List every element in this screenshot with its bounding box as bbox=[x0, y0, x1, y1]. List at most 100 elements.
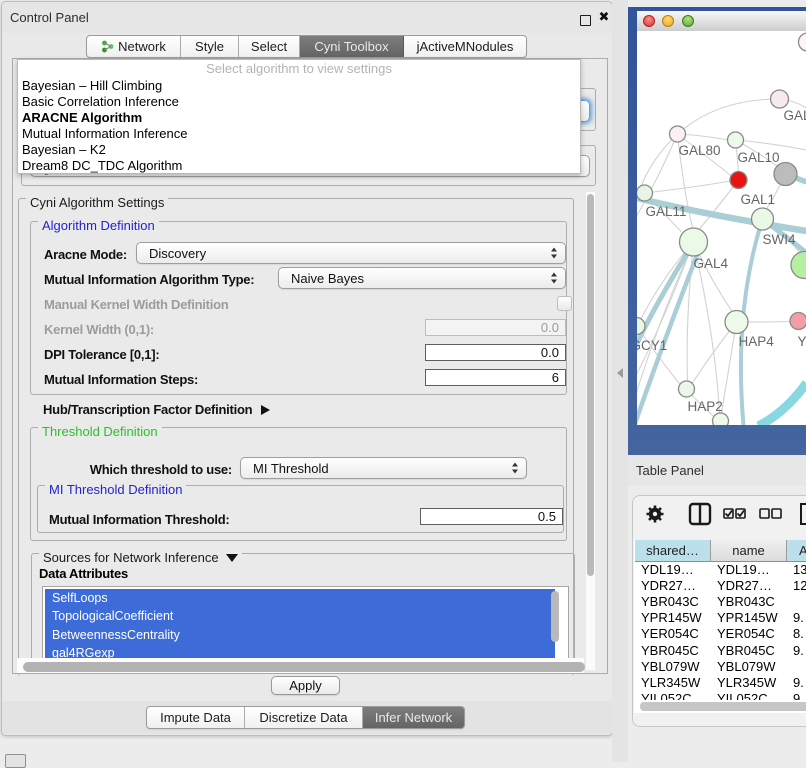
network-node-gal11[interactable] bbox=[637, 185, 653, 201]
attribute-item[interactable]: TopologicalCoefficient bbox=[45, 607, 555, 625]
network-edge[interactable] bbox=[644, 181, 730, 193]
network-node-gal4[interactable] bbox=[679, 228, 707, 256]
dropdown-item[interactable]: Mutual Information Inference bbox=[18, 126, 580, 142]
table-row[interactable]: YBL079WYBL079W bbox=[634, 659, 806, 675]
table-row[interactable]: YBR043CYBR043C bbox=[634, 594, 806, 610]
hub-definition-row[interactable]: Hub/Transcription Factor Definition bbox=[43, 402, 270, 417]
attribute-item[interactable]: SelfLoops bbox=[45, 589, 555, 607]
manual-kernel-checkbox[interactable] bbox=[557, 296, 572, 311]
tab-discretize-data[interactable]: Discretize Data bbox=[245, 707, 363, 728]
algorithm-definition-title: Algorithm Definition bbox=[38, 217, 159, 235]
table-cell: 8. bbox=[793, 626, 806, 642]
network-node[interactable] bbox=[791, 252, 806, 279]
deselect-all-icon[interactable] bbox=[760, 509, 781, 518]
network-edge[interactable] bbox=[677, 99, 779, 134]
table-hscrollbar-thumb[interactable] bbox=[640, 702, 806, 711]
network-node[interactable] bbox=[712, 413, 728, 425]
collapse-left-icon[interactable] bbox=[617, 368, 623, 378]
hub-definition-label: Hub/Transcription Factor Definition bbox=[43, 402, 252, 417]
network-edge[interactable] bbox=[758, 383, 806, 425]
network-node-hap4[interactable] bbox=[725, 311, 748, 334]
which-threshold-combobox[interactable]: MI Threshold bbox=[240, 457, 527, 479]
settings-vscrollbar-thumb[interactable] bbox=[587, 194, 594, 576]
split-pane-divider[interactable] bbox=[612, 0, 628, 762]
table-cell: YPR145W bbox=[641, 610, 710, 626]
tab-label: Network bbox=[118, 39, 166, 54]
network-node-hap2[interactable] bbox=[678, 381, 694, 397]
close-icon[interactable]: ✖ bbox=[596, 8, 612, 26]
table-row[interactable]: YLR345WYLR345W9. bbox=[634, 675, 806, 691]
dropdown-item[interactable]: ARACNE Algorithm bbox=[18, 110, 580, 126]
attribute-item[interactable]: gal4RGexp bbox=[45, 644, 555, 659]
table-cell: YBL079W bbox=[641, 659, 710, 675]
network-canvas[interactable]: GALGAL80GAL10GAL1GAL11SWI4GAL4GCY1HAP4YH… bbox=[637, 31, 806, 425]
settings-hscrollbar-thumb[interactable] bbox=[23, 662, 585, 672]
table-panel-header[interactable]: Table Panel bbox=[628, 455, 806, 486]
network-edge[interactable] bbox=[637, 242, 694, 390]
mi-threshold-field[interactable]: 0.5 bbox=[420, 508, 563, 525]
table-cell: YDR27… bbox=[641, 578, 710, 594]
expand-right-icon[interactable] bbox=[261, 405, 270, 415]
mi-type-combobox[interactable]: Naive Bayes bbox=[278, 267, 566, 289]
select-all-icon[interactable] bbox=[724, 509, 745, 518]
control-panel-titlebar[interactable]: Control Panel ✖ bbox=[2, 2, 612, 33]
tab-style[interactable]: Style bbox=[181, 36, 239, 57]
mac-minimize-icon[interactable] bbox=[662, 15, 674, 27]
table-row[interactable]: YBR045CYBR045C9. bbox=[634, 643, 806, 659]
table-hscrollbar-track[interactable] bbox=[634, 700, 806, 713]
column-header-A[interactable]: A bbox=[787, 540, 806, 562]
dropdown-item[interactable]: Bayesian – Hill Climbing bbox=[18, 78, 580, 94]
tab-network[interactable]: Network bbox=[87, 36, 181, 57]
collapse-down-icon[interactable] bbox=[226, 554, 238, 562]
dropdown-item[interactable]: Dream8 DC_TDC Algorithm bbox=[18, 158, 580, 174]
dropdown-item[interactable]: Basic Correlation Inference bbox=[18, 94, 580, 110]
network-node-gal[interactable] bbox=[770, 90, 788, 108]
column-header-name[interactable]: name bbox=[711, 540, 787, 562]
table-row[interactable]: YER054CYER054C8. bbox=[634, 626, 806, 642]
network-node[interactable] bbox=[798, 33, 806, 51]
network-icon bbox=[101, 40, 114, 53]
network-node-gal10[interactable] bbox=[727, 132, 743, 148]
settings-vscrollbar-track[interactable] bbox=[586, 192, 595, 670]
aracne-mode-combobox[interactable]: Discovery bbox=[136, 242, 566, 264]
settings-hscrollbar-track[interactable] bbox=[17, 658, 584, 673]
table-row[interactable]: YDL19…YDL19…13. bbox=[634, 562, 806, 578]
network-window-titlebar[interactable] bbox=[637, 11, 806, 33]
tab-infer-network[interactable]: Infer Network bbox=[363, 707, 464, 728]
mi-threshold-label: Mutual Information Threshold: bbox=[49, 512, 230, 527]
table-row[interactable]: YDR27…YDR27…12. bbox=[634, 578, 806, 594]
mi-type-value: Naive Bayes bbox=[291, 268, 364, 288]
split-columns-icon[interactable] bbox=[690, 504, 710, 524]
attribute-item[interactable]: BetweennessCentrality bbox=[45, 626, 555, 644]
network-edge[interactable] bbox=[721, 322, 736, 413]
attributes-vscrollbar-thumb[interactable] bbox=[551, 591, 559, 642]
column-header-shared[interactable]: shared… bbox=[635, 540, 711, 562]
minimized-window-icon[interactable] bbox=[5, 754, 26, 768]
mi-type-label: Mutual Information Algorithm Type: bbox=[44, 272, 254, 287]
tab-jactivemnodules[interactable]: jActiveMNodules bbox=[404, 36, 526, 57]
network-node-swi4[interactable] bbox=[751, 208, 773, 230]
mac-zoom-icon[interactable] bbox=[682, 15, 694, 27]
network-node-gal1[interactable] bbox=[730, 172, 747, 189]
control-panel-tabs: Network StyleSelectCyni ToolboxjActiveMNo… bbox=[86, 35, 527, 58]
table-row[interactable]: YPR145WYPR145W9. bbox=[634, 610, 806, 626]
dropdown-item[interactable]: Bayesian – K2 bbox=[18, 142, 580, 158]
dpi-tolerance-field[interactable]: 0.0 bbox=[425, 344, 566, 361]
mac-close-icon[interactable] bbox=[643, 15, 655, 27]
mi-steps-field[interactable]: 6 bbox=[425, 369, 566, 386]
apply-button[interactable]: Apply bbox=[271, 676, 340, 695]
network-edge[interactable] bbox=[698, 180, 738, 230]
tab-select[interactable]: Select bbox=[239, 36, 300, 57]
network-node-y[interactable] bbox=[790, 313, 806, 330]
kernel-width-field[interactable]: 0.0 bbox=[425, 319, 566, 336]
tab-cyni-toolbox[interactable]: Cyni Toolbox bbox=[300, 36, 404, 57]
data-attributes-list[interactable]: SelfLoopsTopologicalCoefficientBetweenne… bbox=[42, 586, 569, 659]
network-node-gal80[interactable] bbox=[669, 126, 685, 142]
network-edge[interactable] bbox=[640, 134, 677, 188]
gear-icon[interactable] bbox=[646, 506, 663, 523]
network-edge[interactable] bbox=[735, 140, 806, 150]
float-window-icon[interactable] bbox=[580, 15, 591, 26]
document-icon[interactable] bbox=[801, 504, 806, 524]
tab-impute-data[interactable]: Impute Data bbox=[147, 707, 245, 728]
network-node[interactable] bbox=[774, 163, 797, 186]
